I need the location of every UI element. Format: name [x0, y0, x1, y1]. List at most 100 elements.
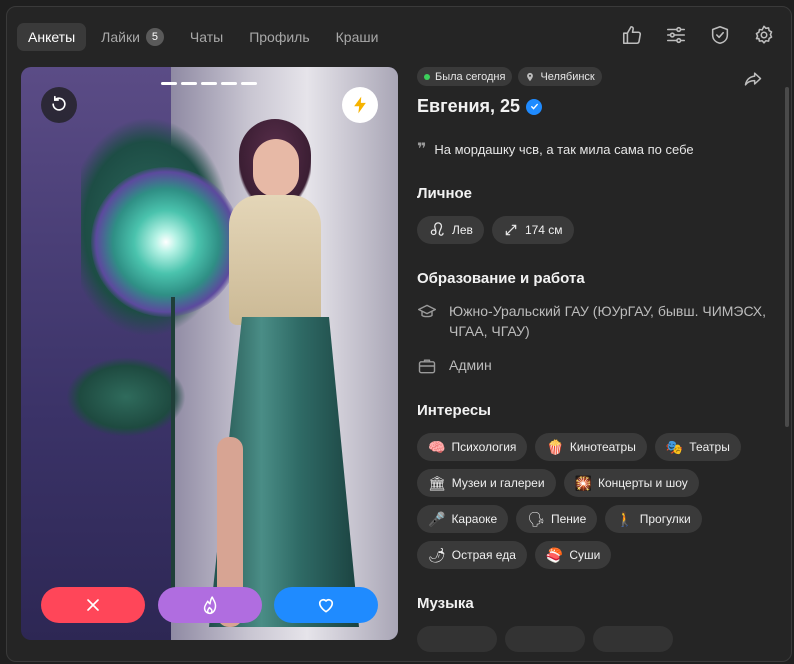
quote-icon: ❞ [417, 141, 427, 158]
music-chip [505, 626, 585, 652]
share-icon [744, 72, 762, 86]
personal-chips: Лев 174 см [417, 216, 747, 244]
app-window: Анкеты Лайки 5 Чаты Профиль Краши Была с… [6, 6, 792, 662]
interest-label: Театры [689, 440, 730, 454]
job-row: Админ [417, 355, 777, 376]
photo-stem [171, 297, 175, 597]
height-icon [505, 224, 517, 236]
flame-icon [203, 596, 216, 615]
briefcase-icon [418, 359, 436, 374]
graduation-cap-icon [417, 304, 437, 318]
profile-bio: ❞ На мордашку чсв, а так мила сама по се… [417, 139, 777, 159]
tab-profile[interactable]: Профиль [238, 23, 320, 51]
interest-chip: 🧠 Психология [417, 433, 528, 461]
interest-chip: 🎤 Караоке [417, 505, 509, 533]
interest-emoji-icon: 🎭 [665, 438, 684, 455]
profile-photo-card[interactable] [21, 67, 398, 640]
interest-label: Кинотеатры [569, 440, 636, 454]
nav-actions [621, 24, 775, 46]
education-row: Южно-Уральский ГАУ (ЮУрГАУ, бывш. ЧИМЭСХ… [417, 301, 777, 341]
lightning-icon [354, 96, 366, 114]
music-chip [593, 626, 673, 652]
interest-emoji-icon: 🌶 [428, 546, 446, 563]
interest-chip: 🎇 Концерты и шоу [563, 469, 699, 497]
interest-chip: 🌶 Острая еда [417, 541, 527, 569]
interest-label: Прогулки [639, 512, 691, 526]
bio-text: На мордашку чсв, а так мила сама по себе [434, 141, 694, 157]
profile-meta: Была сегодня Челябинск [417, 67, 777, 86]
section-personal: Личное Лев 174 см [417, 185, 777, 244]
tab-crushes[interactable]: Краши [325, 23, 390, 51]
section-title: Интересы [417, 402, 491, 419]
interest-chips: 🧠 Психология 🍿 Кинотеатры 🎭 Театры 🏛 Музеи и га… [417, 433, 747, 569]
tab-label: Краши [335, 29, 379, 45]
city-text: Челябинск [540, 70, 595, 83]
superlike-button[interactable] [157, 587, 262, 623]
photo-indicator[interactable] [241, 82, 257, 85]
zodiac-chip: Лев [417, 216, 484, 244]
section-music: Музыка [417, 595, 777, 652]
close-icon [87, 599, 99, 611]
interest-emoji-icon: 🚶 [616, 510, 634, 527]
name-age-text: Евгения, 25 [417, 96, 521, 116]
height-chip: 174 см [491, 216, 574, 244]
interest-label: Психология [451, 440, 517, 454]
photo-indicator[interactable] [161, 82, 177, 85]
photo-person-top [229, 195, 321, 325]
scrollbar[interactable] [785, 87, 789, 427]
like-button[interactable] [274, 587, 378, 623]
online-dot-icon [424, 73, 430, 80]
shield-check-icon[interactable] [709, 24, 731, 46]
filters-icon[interactable] [665, 24, 687, 46]
tab-label: Профиль [249, 29, 310, 45]
tab-chats[interactable]: Чаты [179, 23, 234, 51]
tab-likes[interactable]: Лайки 5 [90, 23, 175, 51]
verified-badge-icon [526, 98, 543, 115]
share-button[interactable] [741, 69, 765, 89]
music-chips [417, 626, 777, 652]
interest-label: Пение [550, 512, 587, 526]
thumbs-up-icon[interactable] [621, 24, 643, 46]
job-text: Админ [449, 357, 492, 373]
section-title: Личное [417, 185, 473, 202]
photo-person-face [253, 139, 299, 197]
tab-label: Чаты [189, 29, 224, 45]
interest-emoji-icon: 🗣 [527, 510, 545, 527]
interest-emoji-icon: 🎤 [428, 510, 446, 527]
tab-label: Анкеты [28, 29, 76, 45]
swipe-actions [41, 587, 378, 623]
photo-indicator[interactable] [221, 82, 237, 85]
interest-label: Караоке [451, 512, 498, 526]
leo-icon [430, 222, 444, 236]
photo-indicator[interactable] [181, 82, 197, 85]
profile-info-panel: Была сегодня Челябинск Евгения, 25 ❞ На … [417, 67, 777, 661]
chip-label: Лев [452, 223, 473, 237]
interest-label: Острая еда [451, 548, 516, 562]
tab-ankety[interactable]: Анкеты [17, 23, 87, 51]
section-title: Музыка [417, 595, 474, 612]
interest-emoji-icon: 🍣 [545, 546, 564, 563]
section-title: Образование и работа [417, 270, 585, 287]
interest-chip: 🗣 Пение [516, 505, 598, 533]
interest-chip: 🎭 Театры [654, 433, 741, 461]
heart-icon [318, 598, 334, 613]
education-text: Южно-Уральский ГАУ (ЮУрГАУ, бывш. ЧИМЭСХ… [449, 303, 767, 339]
dislike-button[interactable] [41, 587, 145, 623]
interest-chip: 🍣 Суши [534, 541, 612, 569]
music-chip [417, 626, 497, 652]
likes-count-badge: 5 [145, 28, 164, 46]
gear-icon[interactable] [753, 24, 775, 46]
rewind-button[interactable] [41, 87, 77, 123]
status-text: Была сегодня [435, 70, 506, 83]
interest-chip: 🏛 Музеи и галереи [417, 469, 556, 497]
city-chip: Челябинск [518, 67, 602, 86]
online-status-chip: Была сегодня [417, 67, 513, 86]
boost-button[interactable] [342, 87, 378, 123]
interest-chip: 🚶 Прогулки [605, 505, 702, 533]
photo-indicator[interactable] [201, 82, 217, 85]
interest-emoji-icon: 🎇 [574, 474, 592, 491]
interest-label: Музеи и галереи [451, 476, 545, 490]
section-work: Образование и работа Южно-Уральский ГАУ … [417, 270, 777, 376]
photo-leaf [66, 357, 186, 437]
photo-flower [91, 167, 241, 317]
